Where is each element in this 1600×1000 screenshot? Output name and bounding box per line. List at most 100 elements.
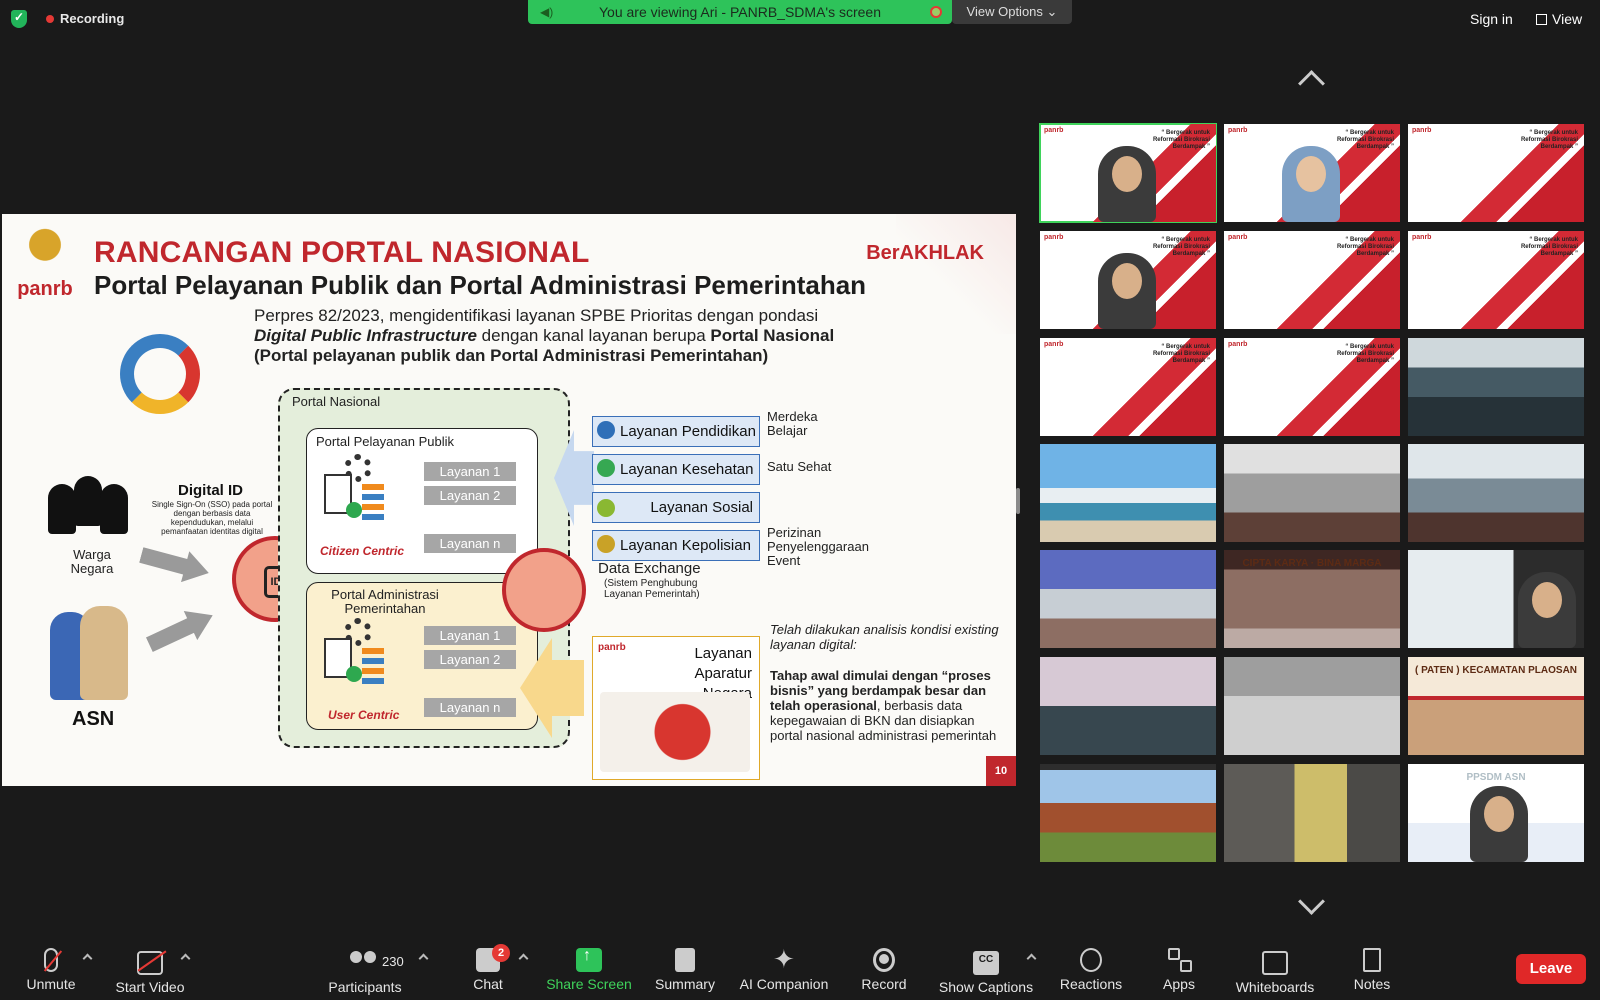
person-silhouette-icon (48, 484, 76, 534)
lan-logo: panrb (598, 642, 626, 653)
asn-label: ASN (72, 708, 115, 730)
slide-title: RANCANGAN PORTAL NASIONAL (94, 236, 590, 269)
view-button[interactable]: View (1536, 11, 1582, 27)
gallery-scroll-down-icon[interactable] (1294, 896, 1330, 916)
captions-caret-icon[interactable] (1026, 952, 1036, 962)
participant-video-tile[interactable]: panrb “ Bergerak untuk Reformasi Birokras… (1408, 124, 1584, 222)
participant-video (1040, 764, 1216, 862)
panrb-logo: panrb (14, 224, 76, 312)
screen-status-icon (930, 6, 942, 18)
service-pendidikan: Layanan Pendidikan (592, 416, 760, 447)
reactions-button[interactable]: Reactions (1056, 942, 1126, 1000)
participant-video-tile[interactable] (1040, 550, 1216, 648)
data-exchange-subtitle: (Sistem Penghubung Layanan Pemerintah) (604, 578, 700, 600)
layanan-admin-item: Layanan n (424, 698, 516, 717)
apps-label: Apps (1163, 976, 1195, 992)
service-kesehatan: Layanan Kesehatan (592, 454, 760, 485)
participant-video (1224, 764, 1400, 862)
garuda-emblem-icon (22, 224, 68, 276)
participant-video-tile[interactable] (1408, 338, 1584, 436)
show-captions-button[interactable]: CC Show Captions (936, 942, 1036, 1000)
polri-icon (597, 535, 615, 553)
analisis-text: Telah dilakukan analisis kondisi existin… (770, 622, 999, 652)
participant-video-tile[interactable]: panrb “ Bergerak untuk Reformasi Birokras… (1040, 338, 1216, 436)
record-label: Record (861, 976, 907, 992)
speaker-icon: ◀) (540, 5, 554, 19)
participant-video (1408, 444, 1584, 542)
meeting-toolbar: Unmute Start Video Participants 230 Chat… (0, 942, 1600, 1000)
participant-video-tile[interactable] (1040, 657, 1216, 755)
viewing-banner: ◀) You are viewing Ari - PANRB_SDMA's sc… (528, 0, 952, 24)
layanan-publik-item: Layanan 1 (424, 462, 516, 481)
perpres-paragraph: Perpres 82/2023, mengidentifikasi layana… (254, 306, 914, 366)
tut-wuri-icon (597, 421, 615, 439)
participant-video-tile[interactable]: panrb “ Bergerak untuk Reformasi Birokras… (1224, 231, 1400, 329)
service-label: Layanan Kepolisian (620, 537, 751, 554)
tile-quote: “ Bergerak untuk Reformasi Birokrasi Ber… (1336, 130, 1394, 150)
encryption-shield-icon[interactable] (11, 10, 27, 28)
summary-icon (675, 948, 695, 972)
participant-video-tile[interactable]: PPSDM ASN (1408, 764, 1584, 862)
panrb-badge: panrb (1044, 234, 1064, 241)
participant-video-tile[interactable]: panrb “ Bergerak untuk Reformasi Birokras… (1039, 123, 1217, 223)
share-screen-button[interactable]: Share Screen (546, 942, 632, 1000)
captions-icon: CC (973, 951, 999, 975)
participant-video-tile[interactable]: ( PATEN ) KECAMATAN PLAOSAN (1408, 657, 1584, 755)
ai-sparkle-icon (771, 944, 797, 975)
panrb-badge: panrb (1044, 341, 1064, 348)
participants-button[interactable]: Participants (322, 942, 408, 1000)
leave-button[interactable]: Leave (1516, 954, 1586, 984)
participant-video-tile[interactable]: panrb “ Bergerak untuk Reformasi Birokras… (1224, 338, 1400, 436)
apps-button[interactable]: Apps (1160, 942, 1198, 1000)
audio-options-caret-icon[interactable] (82, 952, 92, 962)
service-label: Layanan Kesehatan (620, 461, 754, 478)
participant-video-tile[interactable] (1224, 657, 1400, 755)
participant-video-tile[interactable]: panrb “ Bergerak untuk Reformasi Birokras… (1040, 231, 1216, 329)
participant-video-tile[interactable] (1408, 444, 1584, 542)
participant-video-tile[interactable] (1040, 764, 1216, 862)
participant-video-tile[interactable] (1224, 444, 1400, 542)
chat-caret-icon[interactable] (518, 952, 528, 962)
grid-view-icon (1536, 14, 1547, 25)
sign-in-button[interactable]: Sign in (1470, 11, 1513, 27)
summary-button[interactable]: Summary (654, 942, 716, 1000)
view-options-button[interactable]: View Options ⌄ (952, 0, 1072, 24)
participant-video-tile[interactable] (1040, 444, 1216, 542)
split-view-handle[interactable] (1016, 488, 1020, 514)
gallery-scroll-up-icon[interactable] (1294, 68, 1330, 88)
data-exchange-title: Data Exchange (598, 560, 701, 577)
notes-button[interactable]: Notes (1350, 942, 1394, 1000)
tile-quote: “ Bergerak untuk Reformasi Birokrasi Ber… (1336, 237, 1394, 257)
participant-video-tile[interactable]: panrb “ Bergerak untuk Reformasi Birokras… (1408, 231, 1584, 329)
tile-caption: ( PATEN ) KECAMATAN PLAOSAN (1414, 665, 1578, 676)
participant-video-tile[interactable]: CIPTA KARYA · BINA MARGA (1224, 550, 1400, 648)
arrow-right-icon (143, 601, 220, 660)
recording-indicator[interactable]: Recording (46, 11, 124, 26)
start-video-label: Start Video (115, 979, 185, 995)
service-note: Perizinan Penyelenggaraan Event (767, 525, 869, 568)
video-options-caret-icon[interactable] (180, 952, 190, 962)
notes-icon (1363, 948, 1381, 972)
view-options-label: View Options (966, 4, 1043, 19)
berakhlak-logo: BerAKHLAK (866, 242, 984, 264)
participant-face (1098, 253, 1156, 329)
camera-off-icon (137, 951, 163, 975)
record-button[interactable]: Record (858, 942, 910, 1000)
spbe-architecture-wheel (88, 314, 233, 429)
whiteboards-button[interactable]: Whiteboards (1232, 942, 1318, 1000)
start-video-button[interactable]: Start Video (110, 942, 190, 1000)
participant-face (1098, 146, 1156, 222)
unmute-label: Unmute (26, 976, 76, 992)
tile-quote: “ Bergerak untuk Reformasi Birokrasi Ber… (1152, 237, 1210, 257)
shared-screen: panrb RANCANGAN PORTAL NASIONAL Portal P… (2, 214, 1016, 786)
tile-quote: “ Bergerak untuk Reformasi Birokrasi Ber… (1336, 344, 1394, 364)
participants-caret-icon[interactable] (418, 952, 428, 962)
ai-companion-button[interactable]: AI Companion (738, 942, 830, 1000)
unmute-button[interactable]: Unmute (20, 942, 82, 1000)
show-captions-label: Show Captions (938, 979, 1034, 995)
record-icon (873, 948, 895, 972)
participant-video-tile[interactable] (1408, 550, 1584, 648)
participant-video-tile[interactable] (1224, 764, 1400, 862)
participant-video-tile[interactable]: panrb “ Bergerak untuk Reformasi Birokras… (1224, 124, 1400, 222)
top-bar: Recording ◀) You are viewing Ari - PANRB… (0, 0, 1600, 38)
